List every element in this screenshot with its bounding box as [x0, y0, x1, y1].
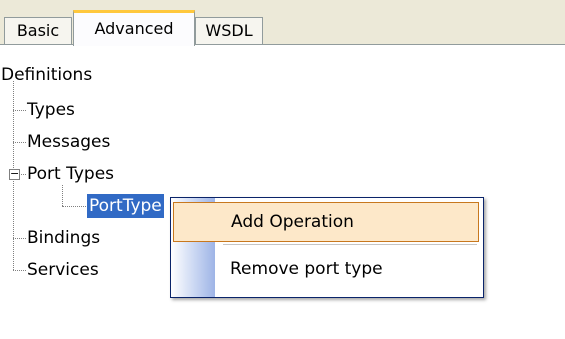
- tab-strip: Basic Advanced WSDL: [0, 0, 565, 46]
- tree-node-messages[interactable]: Messages: [27, 130, 110, 154]
- tree-connector: [62, 206, 86, 207]
- menu-item-remove-port-type[interactable]: Remove port type: [173, 250, 479, 290]
- tab-advanced[interactable]: Advanced: [73, 10, 195, 46]
- tree-node-bindings[interactable]: Bindings: [27, 226, 100, 250]
- context-menu: Add Operation Remove port type: [170, 197, 484, 298]
- tree-node-porttype-selected[interactable]: PortType: [87, 194, 164, 218]
- tree-node-definitions[interactable]: Definitions: [1, 63, 92, 87]
- tree-node-services[interactable]: Services: [27, 258, 99, 282]
- tree-connector: [13, 142, 26, 143]
- tab-wsdl[interactable]: WSDL: [195, 17, 263, 44]
- collapse-icon[interactable]: −: [9, 168, 20, 180]
- tree-connector: [62, 185, 63, 206]
- tree-node-port-types[interactable]: Port Types: [27, 162, 114, 186]
- menu-item-add-operation[interactable]: Add Operation: [173, 202, 479, 242]
- tree-connector: [13, 238, 26, 239]
- tree-connector: [13, 110, 26, 111]
- tab-basic[interactable]: Basic: [4, 17, 72, 44]
- tree-connector: [13, 270, 26, 271]
- tree-node-types[interactable]: Types: [27, 98, 75, 122]
- menu-separator: [223, 244, 477, 245]
